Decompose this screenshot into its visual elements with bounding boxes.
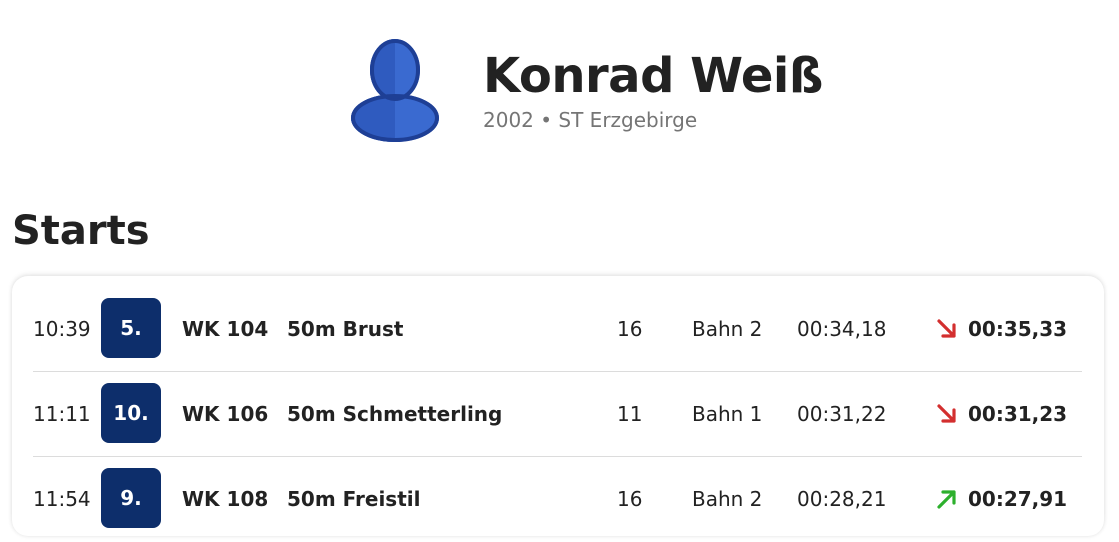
athlete-header: Konrad Weiß 2002 • ST Erzgebirge bbox=[0, 0, 1119, 160]
result-time: 00:31,23 bbox=[968, 402, 1068, 426]
lane: Bahn 2 bbox=[692, 487, 763, 511]
rank-badge: 9. bbox=[101, 468, 161, 528]
discipline: 50m Brust bbox=[287, 317, 404, 341]
result-time: 00:27,91 bbox=[968, 487, 1068, 511]
event-number: WK 108 bbox=[182, 487, 269, 511]
athlete-name: Konrad Weiß bbox=[483, 48, 823, 104]
start-row[interactable]: 11:11 10. WK 106 50m Schmetterling 11 Ba… bbox=[33, 372, 1082, 457]
user-silhouette-icon bbox=[349, 33, 441, 143]
trend-down-icon bbox=[935, 287, 961, 372]
age-class: 16 bbox=[617, 317, 643, 341]
discipline: 50m Schmetterling bbox=[287, 402, 503, 426]
rank-badge: 5. bbox=[101, 298, 161, 358]
rank-badge: 10. bbox=[101, 383, 161, 443]
age-class: 11 bbox=[617, 402, 643, 426]
start-row[interactable]: 10:39 5. WK 104 50m Brust 16 Bahn 2 00:3… bbox=[33, 287, 1082, 372]
entry-time: 00:31,22 bbox=[797, 402, 887, 426]
entry-time: 00:34,18 bbox=[797, 317, 887, 341]
lane: Bahn 2 bbox=[692, 317, 763, 341]
entry-time: 00:28,21 bbox=[797, 487, 887, 511]
start-time: 11:54 bbox=[33, 487, 91, 511]
athlete-subtitle: 2002 • ST Erzgebirge bbox=[483, 108, 698, 132]
trend-down-icon bbox=[935, 372, 961, 457]
trend-up-icon bbox=[935, 457, 961, 542]
age-class: 16 bbox=[617, 487, 643, 511]
section-title: Starts bbox=[12, 208, 150, 254]
start-row[interactable]: 11:54 9. WK 108 50m Freistil 16 Bahn 2 0… bbox=[33, 457, 1082, 542]
event-number: WK 104 bbox=[182, 317, 269, 341]
lane: Bahn 1 bbox=[692, 402, 763, 426]
result-time: 00:35,33 bbox=[968, 317, 1068, 341]
starts-list: 10:39 5. WK 104 50m Brust 16 Bahn 2 00:3… bbox=[12, 276, 1104, 536]
discipline: 50m Freistil bbox=[287, 487, 421, 511]
event-number: WK 106 bbox=[182, 402, 269, 426]
start-time: 10:39 bbox=[33, 317, 91, 341]
start-time: 11:11 bbox=[33, 402, 91, 426]
